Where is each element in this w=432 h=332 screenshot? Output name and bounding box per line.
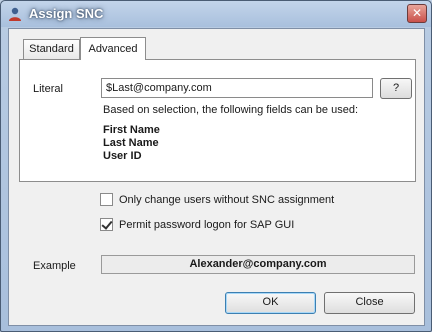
ok-button[interactable]: OK <box>225 292 316 314</box>
literal-input[interactable]: $Last@company.com <box>101 78 373 98</box>
literal-label: Literal <box>33 83 63 95</box>
only-change-users-checkbox[interactable] <box>100 193 113 206</box>
dialog-body: Standard Advanced Literal $Last@company.… <box>8 28 425 326</box>
close-button[interactable]: Close <box>324 292 415 314</box>
field-last-name: Last Name <box>103 137 159 149</box>
field-first-name: First Name <box>103 124 160 136</box>
only-change-users-label: Only change users without SNC assignment <box>119 193 335 206</box>
example-value: Alexander@company.com <box>101 255 415 274</box>
user-icon <box>9 7 21 21</box>
fields-hint-text: Based on selection, the following fields… <box>103 104 358 116</box>
permit-password-logon-option[interactable]: Permit password logon for SAP GUI <box>100 218 294 231</box>
tab-advanced[interactable]: Advanced <box>80 37 146 60</box>
window-close-button[interactable]: ✕ <box>407 4 427 23</box>
example-label: Example <box>33 260 76 272</box>
window-title: Assign SNC <box>29 6 104 21</box>
tab-standard[interactable]: Standard <box>23 39 80 59</box>
title-bar[interactable]: Assign SNC ✕ <box>1 1 431 27</box>
field-user-id: User ID <box>103 150 142 162</box>
available-fields-list: First Name Last Name User ID <box>103 124 160 163</box>
only-change-users-option[interactable]: Only change users without SNC assignment <box>100 193 334 206</box>
permit-password-logon-checkbox[interactable] <box>100 218 113 231</box>
permit-password-logon-label: Permit password logon for SAP GUI <box>119 218 295 231</box>
help-button[interactable]: ? <box>380 78 412 99</box>
dialog-window: Assign SNC ✕ Standard Advanced Literal $… <box>0 0 432 332</box>
checkmark-icon <box>101 218 113 230</box>
